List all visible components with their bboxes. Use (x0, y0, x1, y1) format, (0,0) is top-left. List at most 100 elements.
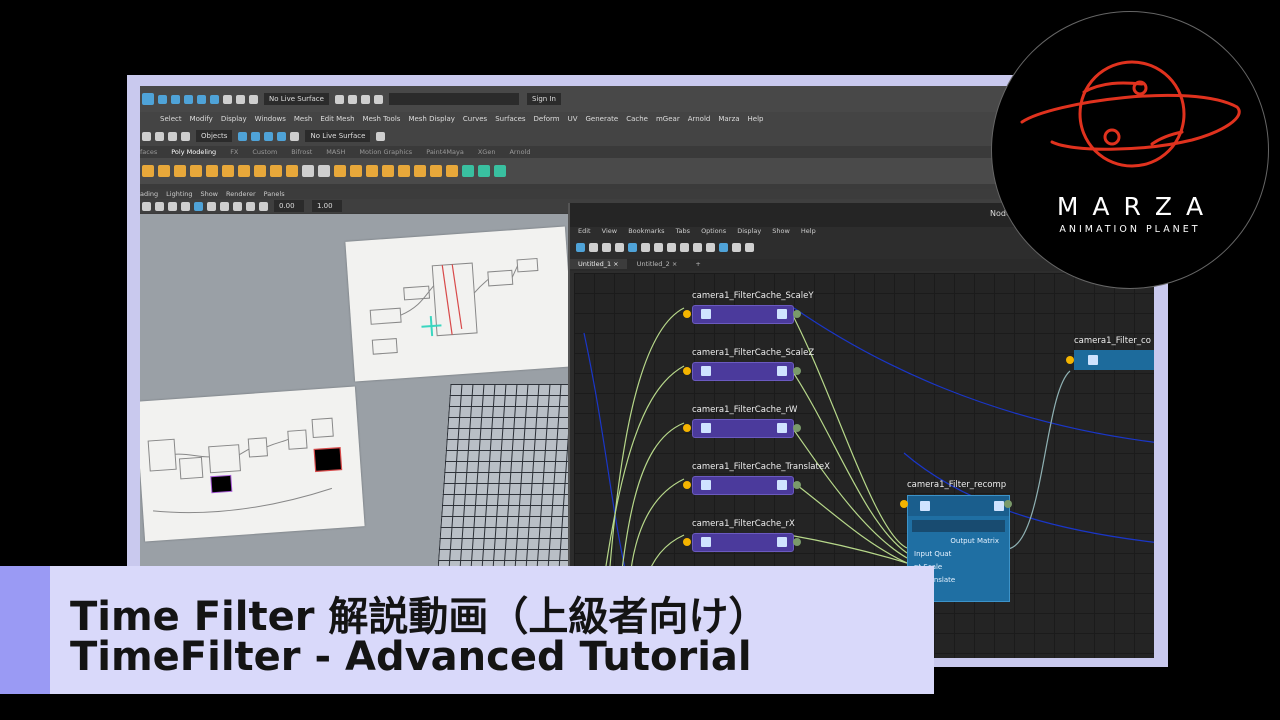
graph-io-icon[interactable] (602, 242, 611, 252)
shelf-tab-xgen[interactable]: XGen (478, 148, 496, 156)
attribute-toggle-icon[interactable] (777, 537, 787, 547)
viewport-menu-shading[interactable]: ading (140, 190, 158, 198)
boolean-icon[interactable] (350, 165, 362, 177)
grid-icon[interactable] (168, 201, 177, 211)
bevel-icon[interactable] (414, 165, 426, 177)
exposure-field[interactable]: 0.00 (274, 200, 304, 212)
input-port[interactable] (683, 367, 691, 375)
combine-icon[interactable] (302, 165, 314, 177)
platonic-icon[interactable] (254, 165, 266, 177)
shelf-tab-custom[interactable]: Custom (252, 148, 277, 156)
mirror-icon[interactable] (366, 165, 378, 177)
shelf-tab-poly-modeling[interactable]: Poly Modeling (171, 148, 216, 156)
viewport-menu-panels[interactable]: Panels (264, 190, 285, 198)
textured-icon[interactable] (207, 201, 216, 211)
ne-menu-show[interactable]: Show (772, 227, 790, 235)
viewport-menu-lighting[interactable]: Lighting (166, 190, 192, 198)
recomp-output-port[interactable] (1004, 500, 1012, 508)
input-port[interactable] (683, 538, 691, 546)
layout-icon[interactable] (719, 242, 728, 252)
select-icon[interactable] (238, 131, 248, 141)
ne-menu-edit[interactable]: Edit (578, 227, 591, 235)
shelf-tab-arnold[interactable]: Arnold (509, 148, 530, 156)
clear-graph-icon[interactable] (615, 242, 624, 252)
viewport-menu-show[interactable]: Show (200, 190, 218, 198)
search-icon[interactable] (693, 242, 702, 252)
viewport-menu-renderer[interactable]: Renderer (226, 190, 256, 198)
menu-windows[interactable]: Windows (255, 115, 286, 123)
ne-menu-help[interactable]: Help (801, 227, 816, 235)
ne-menu-view[interactable]: View (602, 227, 617, 235)
recomp-input-port[interactable] (900, 500, 908, 508)
ne-menu-options[interactable]: Options (701, 227, 726, 235)
add-tab-button[interactable]: + (687, 259, 708, 269)
target-weld-icon[interactable] (446, 165, 458, 177)
scale-icon[interactable] (277, 131, 287, 141)
extrude-icon[interactable] (382, 165, 394, 177)
menu-select[interactable]: Select (160, 115, 182, 123)
attribute-toggle-icon[interactable] (994, 501, 1004, 511)
rotate-icon[interactable] (264, 131, 274, 141)
open-scene-icon[interactable] (155, 131, 164, 141)
poly-disc-icon[interactable] (238, 165, 250, 177)
menu-set-icon[interactable] (142, 93, 154, 105)
hypershade-icon[interactable] (373, 94, 383, 104)
menu-curves[interactable]: Curves (463, 115, 487, 123)
output-port[interactable] (793, 367, 801, 375)
simple-mode-icon[interactable] (654, 242, 663, 252)
menu-mesh-tools[interactable]: Mesh Tools (363, 115, 401, 123)
input-port[interactable] (683, 424, 691, 432)
menu-cache[interactable]: Cache (626, 115, 648, 123)
menu-help[interactable]: Help (748, 115, 764, 123)
tab-untitled-1[interactable]: Untitled_1 × (570, 259, 627, 269)
far-node-input-port[interactable] (1066, 356, 1074, 364)
shaded-icon[interactable] (194, 201, 203, 211)
attribute-toggle-icon[interactable] (777, 366, 787, 376)
menu-display[interactable]: Display (221, 115, 247, 123)
magnet-icon[interactable] (236, 94, 245, 104)
type-tool-icon[interactable] (270, 165, 282, 177)
save-scene-icon[interactable] (168, 131, 177, 141)
input-port[interactable] (683, 310, 691, 318)
output-port[interactable] (793, 538, 801, 546)
menu-marza[interactable]: Marza (718, 115, 739, 123)
menu-uv[interactable]: UV (568, 115, 578, 123)
poly-torus-icon[interactable] (206, 165, 218, 177)
ne-menu-tabs[interactable]: Tabs (676, 227, 690, 235)
poly-cylinder-icon[interactable] (174, 165, 186, 177)
frame-selected-icon[interactable] (641, 242, 650, 252)
pin-icon[interactable] (706, 242, 715, 252)
shelf-tab-faces[interactable]: faces (140, 148, 157, 156)
menu-mesh-display[interactable]: Mesh Display (408, 115, 454, 123)
lights-icon[interactable] (220, 201, 229, 211)
smooth-icon[interactable] (334, 165, 346, 177)
menu-mgear[interactable]: mGear (656, 115, 680, 123)
live-surface-field-2[interactable]: No Live Surface (305, 130, 371, 142)
output-matrix-attr[interactable]: Output Matrix (908, 535, 1009, 547)
xray-icon[interactable] (259, 201, 268, 211)
attribute-toggle-icon[interactable] (777, 480, 787, 490)
history-icon[interactable] (249, 94, 258, 104)
move-icon[interactable] (251, 131, 261, 141)
uv-planar-icon[interactable] (462, 165, 474, 177)
camera-icon[interactable] (142, 201, 151, 211)
frame-all-icon[interactable] (628, 242, 637, 252)
gamma-field[interactable]: 1.00 (312, 200, 342, 212)
graph-output-icon[interactable] (589, 242, 598, 252)
multi-cut-icon[interactable] (430, 165, 442, 177)
snap-icon[interactable] (290, 131, 300, 141)
connected-mode-icon[interactable] (667, 242, 676, 252)
input-port[interactable] (683, 481, 691, 489)
attribute-toggle-icon[interactable] (777, 309, 787, 319)
undo-icon[interactable] (181, 131, 190, 141)
graph-input-icon[interactable] (576, 242, 585, 252)
shelf-tab-bifrost[interactable]: Bifrost (291, 148, 312, 156)
output-port[interactable] (793, 310, 801, 318)
new-scene-icon[interactable] (142, 131, 151, 141)
sign-in-button[interactable]: Sign In (526, 93, 561, 105)
uv-editor-icon[interactable] (494, 165, 506, 177)
poly-plane-icon[interactable] (222, 165, 234, 177)
shelf-tab-motion-graphics[interactable]: Motion Graphics (359, 148, 412, 156)
menu-deform[interactable]: Deform (534, 115, 560, 123)
search-field[interactable] (388, 93, 519, 105)
